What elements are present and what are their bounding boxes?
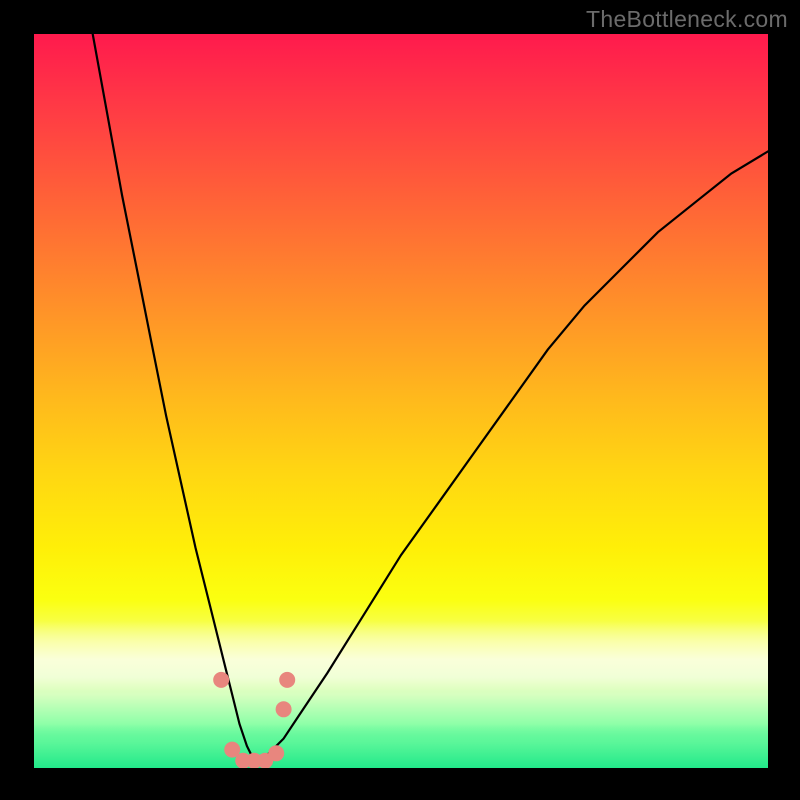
marker-point	[276, 701, 292, 717]
chart-svg	[34, 34, 768, 768]
bottleneck-curve	[93, 34, 768, 761]
watermark-text: TheBottleneck.com	[586, 6, 788, 33]
marker-point	[268, 745, 284, 761]
plot-area	[34, 34, 768, 768]
chart-frame: TheBottleneck.com	[0, 0, 800, 800]
marker-group	[213, 672, 295, 768]
marker-point	[279, 672, 295, 688]
marker-point	[213, 672, 229, 688]
